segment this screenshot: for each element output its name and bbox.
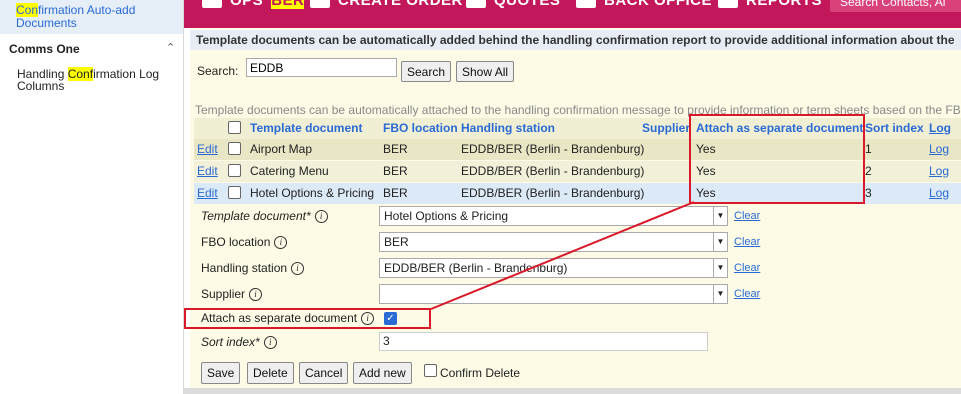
- sidebar-item-handling-confirmation-log-columns[interactable]: Handling Confirmation Log Columns: [17, 67, 177, 92]
- annotation-connector-line: [430, 201, 695, 310]
- sidebar-active-item[interactable]: Confirmation Auto-add Documents: [0, 0, 183, 34]
- search-highlight: Conf: [67, 67, 94, 81]
- nav-quotes[interactable]: QUOTES: [466, 0, 560, 10]
- nav-ops-label: OPS: [230, 0, 264, 9]
- plus-icon: [310, 0, 330, 8]
- back-office-icon: [576, 0, 596, 8]
- reports-icon: [718, 0, 738, 8]
- nav-back-office-label: BACK OFFICE: [604, 0, 712, 9]
- top-nav-bar: OPS BER CREATE ORDER QUOTES BACK OFFICE R…: [184, 0, 961, 28]
- nav-ops[interactable]: OPS BER: [202, 0, 305, 10]
- nav-reports[interactable]: REPORTS: [718, 0, 822, 10]
- quotes-icon: [466, 0, 486, 8]
- sidebar: Confirmation Auto-add Documents Comms On…: [0, 0, 184, 394]
- main-content: Template documents can be automatically …: [184, 28, 961, 394]
- nav-reports-label: REPORTS: [746, 0, 823, 9]
- nav-ops-highlight: BER: [271, 0, 305, 9]
- nav-back-office[interactable]: BACK OFFICE: [576, 0, 712, 10]
- sidebar-section-comms-one[interactable]: Comms One ⌃: [0, 36, 183, 62]
- search-highlight: Con: [16, 3, 39, 17]
- sidebar-section-title: Comms One: [9, 42, 80, 56]
- sidebar-item-confirmation-auto-add-documents[interactable]: Confirmation Auto-add Documents: [16, 3, 176, 30]
- horizontal-scrollbar[interactable]: [184, 388, 961, 394]
- annotation-line: [430, 201, 695, 310]
- global-search-input[interactable]: Search Contacts, Ai: [830, 0, 961, 12]
- ops-icon: [202, 0, 222, 8]
- nav-create-order[interactable]: CREATE ORDER: [310, 0, 463, 10]
- nav-create-order-label: CREATE ORDER: [338, 0, 463, 9]
- nav-quotes-label: QUOTES: [494, 0, 561, 9]
- chevron-up-icon[interactable]: ⌃: [166, 41, 175, 54]
